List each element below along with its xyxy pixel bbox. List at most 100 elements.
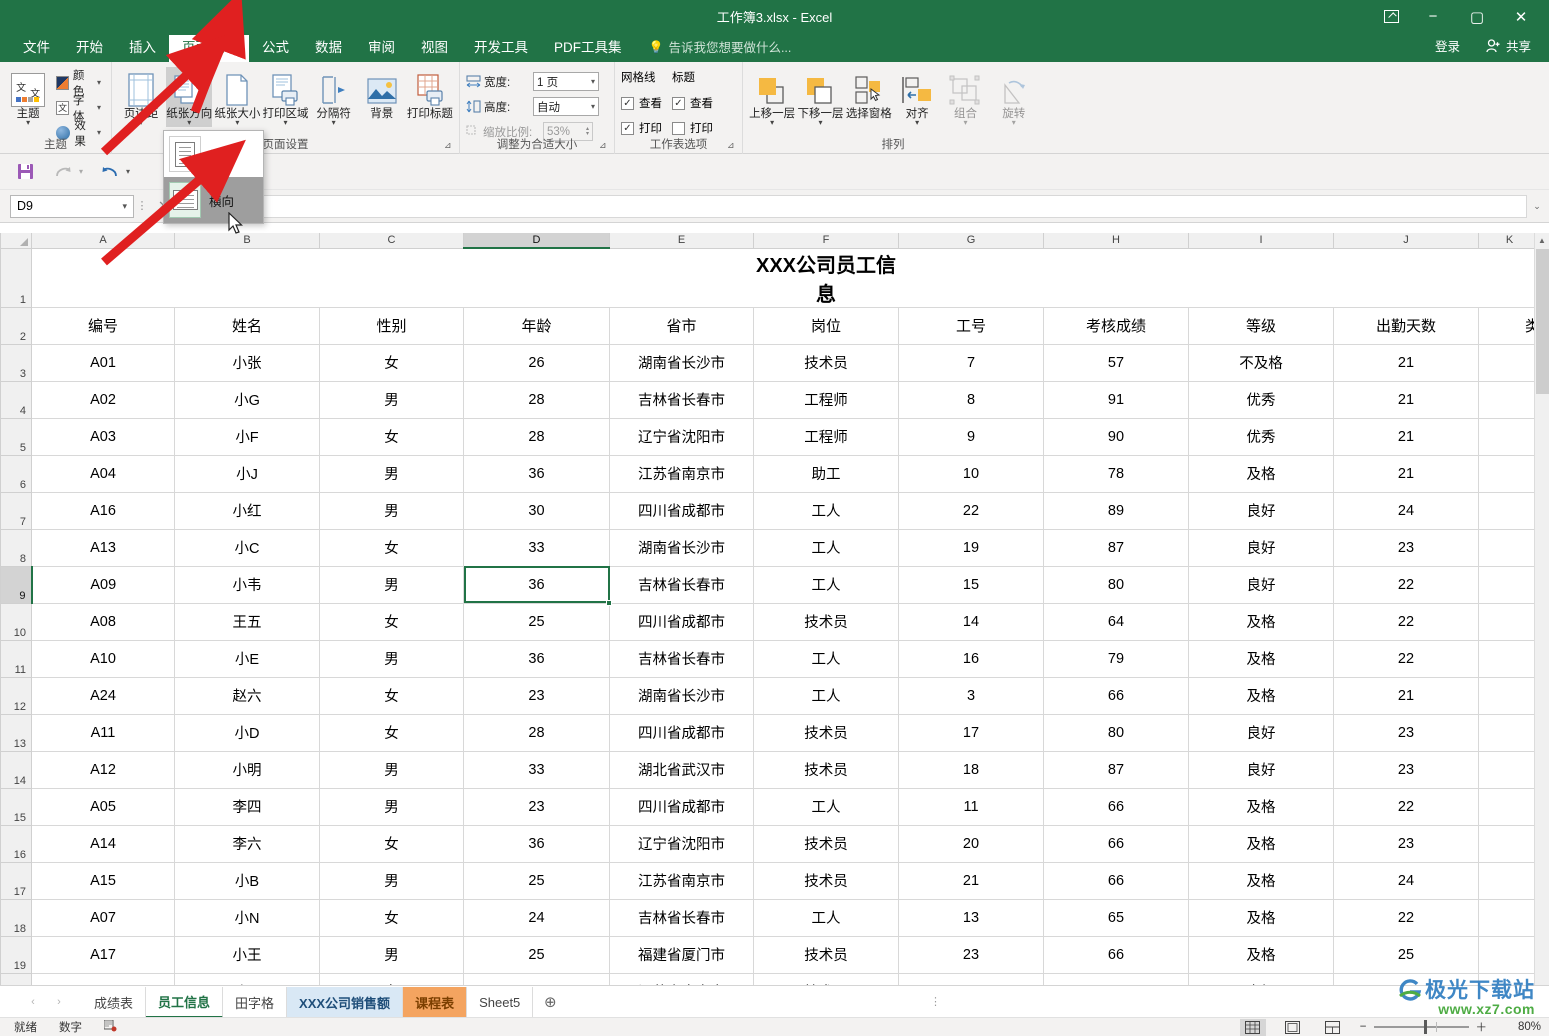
vertical-scrollbar[interactable]: ▲ <box>1534 233 1549 985</box>
gridlines-view-row[interactable]: ✓ 查看 <box>621 92 662 114</box>
zoom-in-button[interactable]: ＋ <box>1476 1019 1488 1035</box>
cell-F7[interactable]: 工人 <box>753 491 899 530</box>
cell-I3[interactable]: 不及格 <box>1188 343 1334 382</box>
row-header-9[interactable]: 9 <box>0 565 33 604</box>
tab-page-layout[interactable]: 页面布局 <box>169 35 249 62</box>
row-header-13[interactable]: 13 <box>0 713 32 752</box>
cell-K5[interactable] <box>1477 417 1542 456</box>
cell-E12[interactable]: 湖南省长沙市 <box>609 676 754 715</box>
header-cell-G2[interactable]: 工号 <box>898 306 1044 345</box>
rotate-button[interactable]: 旋转 ▾ <box>991 67 1037 127</box>
row-header-5[interactable]: 5 <box>0 417 32 456</box>
background-button[interactable]: 背景 <box>359 67 405 120</box>
tab-review[interactable]: 审阅 <box>355 35 408 62</box>
redo-icon[interactable] <box>52 161 74 183</box>
cell-C11[interactable]: 男 <box>319 639 464 678</box>
cell-K15[interactable] <box>1477 787 1542 826</box>
sheet-tab-chengjibiao[interactable]: 成绩表 <box>82 986 147 1018</box>
page-break-view-icon[interactable] <box>1320 1019 1346 1036</box>
cell-J16[interactable]: 23 <box>1333 824 1479 863</box>
cell-A12[interactable]: A24 <box>31 676 175 715</box>
cell-H3[interactable]: 57 <box>1043 343 1189 382</box>
cell-D20[interactable]: 30 <box>463 972 610 985</box>
cell-G10[interactable]: 14 <box>898 602 1044 641</box>
breaks-button[interactable]: 分隔符 ▾ <box>311 67 357 127</box>
cell-A20[interactable]: A18 <box>31 972 175 985</box>
cell-K11[interactable] <box>1477 639 1542 678</box>
print-titles-button[interactable]: 打印标题 <box>407 67 453 120</box>
cell-F8[interactable]: 工人 <box>753 528 899 567</box>
cell-K17[interactable] <box>1477 861 1542 900</box>
bring-forward-button[interactable]: 上移一层 ▾ <box>749 67 795 127</box>
cell-I5[interactable]: 优秀 <box>1188 417 1334 456</box>
tab-data[interactable]: 数据 <box>302 35 355 62</box>
cell-H11[interactable]: 79 <box>1043 639 1189 678</box>
cell-G9[interactable]: 15 <box>898 565 1044 604</box>
cell-A13[interactable]: A11 <box>31 713 175 752</box>
cell-J1[interactable] <box>1333 248 1479 307</box>
row-header-1[interactable]: 1 <box>0 247 32 308</box>
cell-H12[interactable]: 66 <box>1043 676 1189 715</box>
cell-F15[interactable]: 工人 <box>753 787 899 826</box>
prev-sheet-button[interactable]: ‹ <box>20 996 46 1008</box>
cell-E17[interactable]: 江苏省南京市 <box>609 861 754 900</box>
cell-I17[interactable]: 及格 <box>1188 861 1334 900</box>
formula-input[interactable]: 36 <box>217 194 1527 218</box>
cell-H1[interactable] <box>1043 248 1189 307</box>
sheet-tab-yuangongxinxi[interactable]: 员工信息 <box>146 986 224 1018</box>
row-header-7[interactable]: 7 <box>0 491 32 530</box>
cell-B8[interactable]: 小C <box>174 528 320 567</box>
header-cell-D2[interactable]: 年龄 <box>463 306 610 345</box>
cell-F4[interactable]: 工程师 <box>753 380 899 419</box>
cell-E7[interactable]: 四川省成都市 <box>609 491 754 530</box>
cell-G15[interactable]: 11 <box>898 787 1044 826</box>
cell-H6[interactable]: 78 <box>1043 454 1189 493</box>
orientation-button[interactable]: 纸张方向 ▾ <box>166 67 213 127</box>
cell-A4[interactable]: A02 <box>31 380 175 419</box>
cell-C12[interactable]: 女 <box>319 676 464 715</box>
row-header-6[interactable]: 6 <box>0 454 32 493</box>
cell-G16[interactable]: 20 <box>898 824 1044 863</box>
cell-G18[interactable]: 13 <box>898 898 1044 937</box>
cell-K13[interactable] <box>1477 713 1542 752</box>
cell-B14[interactable]: 小明 <box>174 750 320 789</box>
cell-C13[interactable]: 女 <box>319 713 464 752</box>
cell-B1[interactable] <box>174 248 320 307</box>
sheet-options-dialog-launcher[interactable]: ⊿ <box>727 140 739 152</box>
cell-H13[interactable]: 80 <box>1043 713 1189 752</box>
cell-E10[interactable]: 四川省成都市 <box>609 602 754 641</box>
cell-A5[interactable]: A03 <box>31 417 175 456</box>
row-header-15[interactable]: 15 <box>0 787 32 826</box>
cell-E8[interactable]: 湖南省长沙市 <box>609 528 754 567</box>
cell-K6[interactable] <box>1477 454 1542 493</box>
cell-C5[interactable]: 女 <box>319 417 464 456</box>
headings-view-row[interactable]: ✓ 查看 <box>672 92 713 114</box>
cell-G5[interactable]: 9 <box>898 417 1044 456</box>
zoom-out-button[interactable]: − <box>1360 1021 1367 1033</box>
cell-F19[interactable]: 技术员 <box>753 935 899 974</box>
cell-E5[interactable]: 辽宁省沈阳市 <box>609 417 754 456</box>
cell-K14[interactable] <box>1477 750 1542 789</box>
cell-K4[interactable] <box>1477 380 1542 419</box>
cell-H14[interactable]: 87 <box>1043 750 1189 789</box>
page-layout-view-icon[interactable] <box>1280 1019 1306 1036</box>
normal-view-icon[interactable] <box>1239 1018 1266 1036</box>
cell-D14[interactable]: 33 <box>463 750 610 789</box>
cell-H10[interactable]: 64 <box>1043 602 1189 641</box>
column-header-D[interactable]: D <box>463 233 610 249</box>
cell-G14[interactable]: 18 <box>898 750 1044 789</box>
cell-D19[interactable]: 25 <box>463 935 610 974</box>
cell-C1[interactable] <box>319 248 464 307</box>
cell-I4[interactable]: 优秀 <box>1188 380 1334 419</box>
cell-J19[interactable]: 25 <box>1333 935 1479 974</box>
cell-B3[interactable]: 小张 <box>174 343 320 382</box>
cell-A6[interactable]: A04 <box>31 454 175 493</box>
column-header-E[interactable]: E <box>609 233 754 249</box>
cell-D17[interactable]: 25 <box>463 861 610 900</box>
sheet-tab-kechengbiao[interactable]: 课程表 <box>403 986 468 1018</box>
group-objects-button[interactable]: 组合 ▾ <box>942 67 988 127</box>
cell-B13[interactable]: 小D <box>174 713 320 752</box>
cell-A3[interactable]: A01 <box>31 343 175 382</box>
fit-height-select[interactable]: 自动 ▾ <box>533 97 599 116</box>
margins-button[interactable]: 页边距 ▾ <box>118 67 164 127</box>
